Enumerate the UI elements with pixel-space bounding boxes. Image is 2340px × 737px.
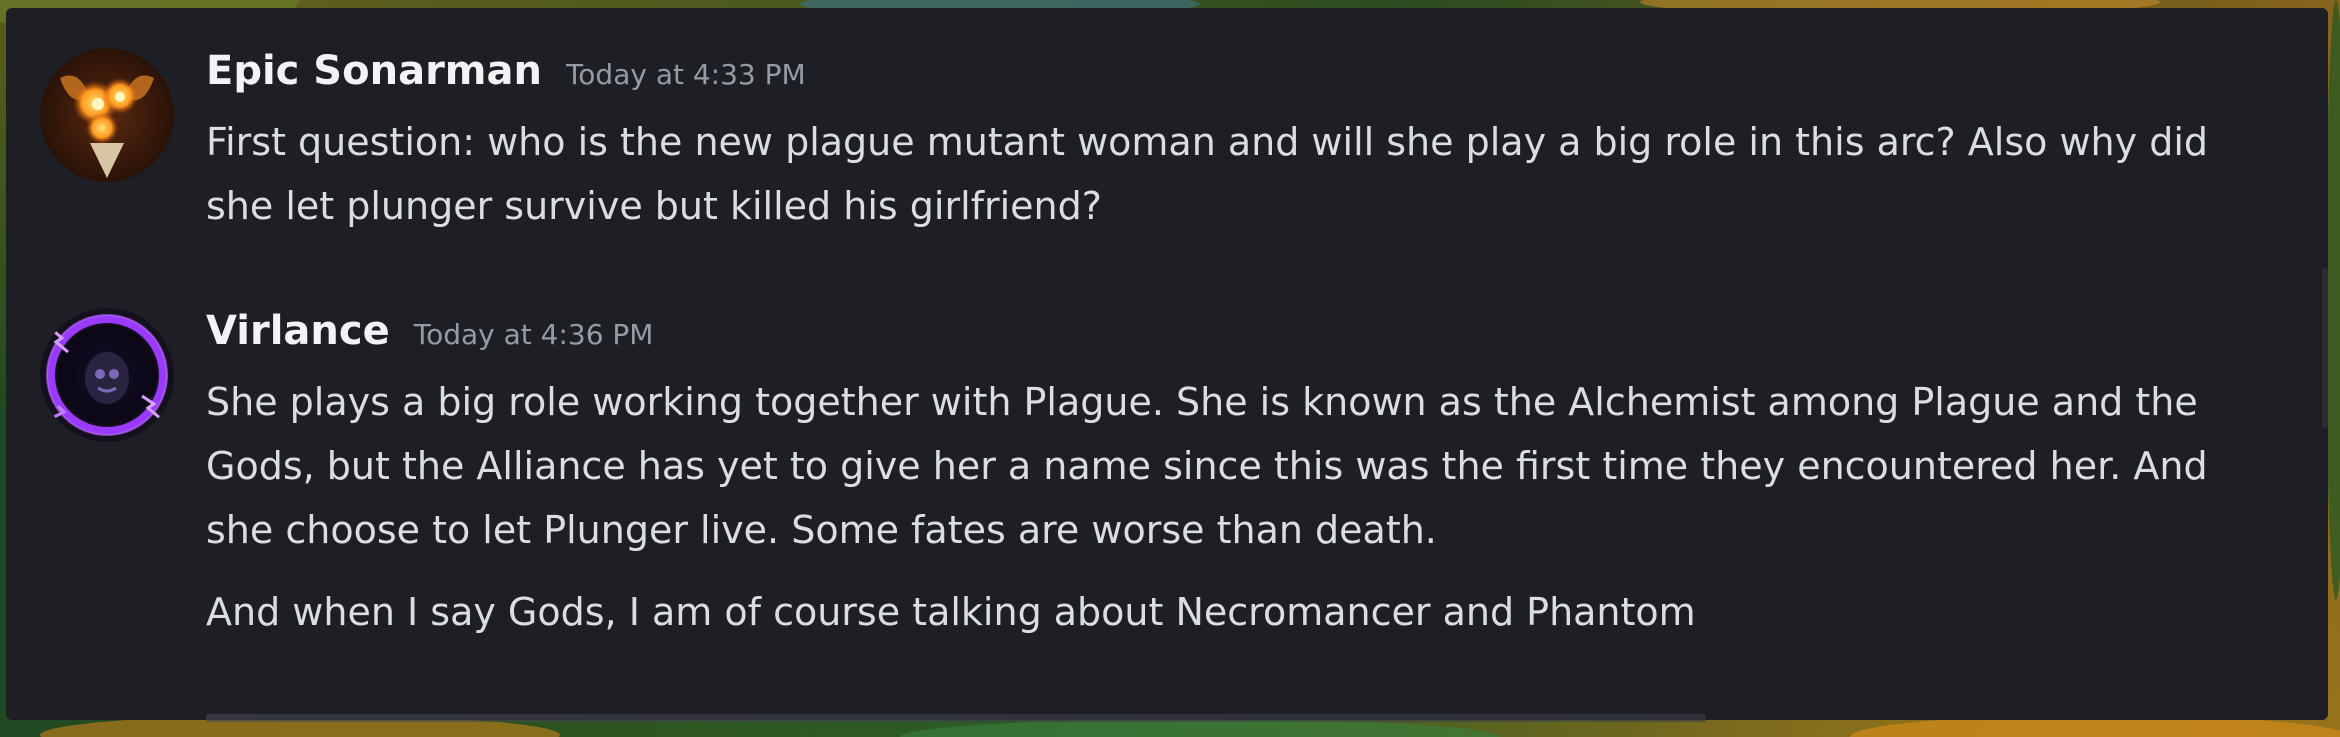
purple-lightning-avatar-icon	[40, 308, 174, 442]
avatar[interactable]	[40, 48, 174, 182]
message-header: Virlance Today at 4:36 PM	[206, 308, 653, 368]
avatar[interactable]	[40, 308, 174, 442]
orange-fire-avatar-icon	[40, 48, 174, 182]
timestamp[interactable]: Today at 4:36 PM	[414, 318, 654, 351]
message-text: And when I say Gods, I am of course talk…	[206, 590, 1696, 634]
next-message-peek	[206, 714, 1706, 722]
chat-panel: Epic Sonarman Today at 4:33 PM First que…	[6, 8, 2328, 722]
username[interactable]: Virlance	[206, 308, 390, 354]
message-text: She plays a big role working together wi…	[206, 380, 2208, 552]
message-text: First question: who is the new plague mu…	[206, 120, 2208, 228]
username[interactable]: Epic Sonarman	[206, 48, 542, 94]
timestamp[interactable]: Today at 4:33 PM	[566, 58, 806, 91]
message-header: Epic Sonarman Today at 4:33 PM	[206, 48, 806, 108]
scrollbar[interactable]	[2322, 268, 2328, 428]
